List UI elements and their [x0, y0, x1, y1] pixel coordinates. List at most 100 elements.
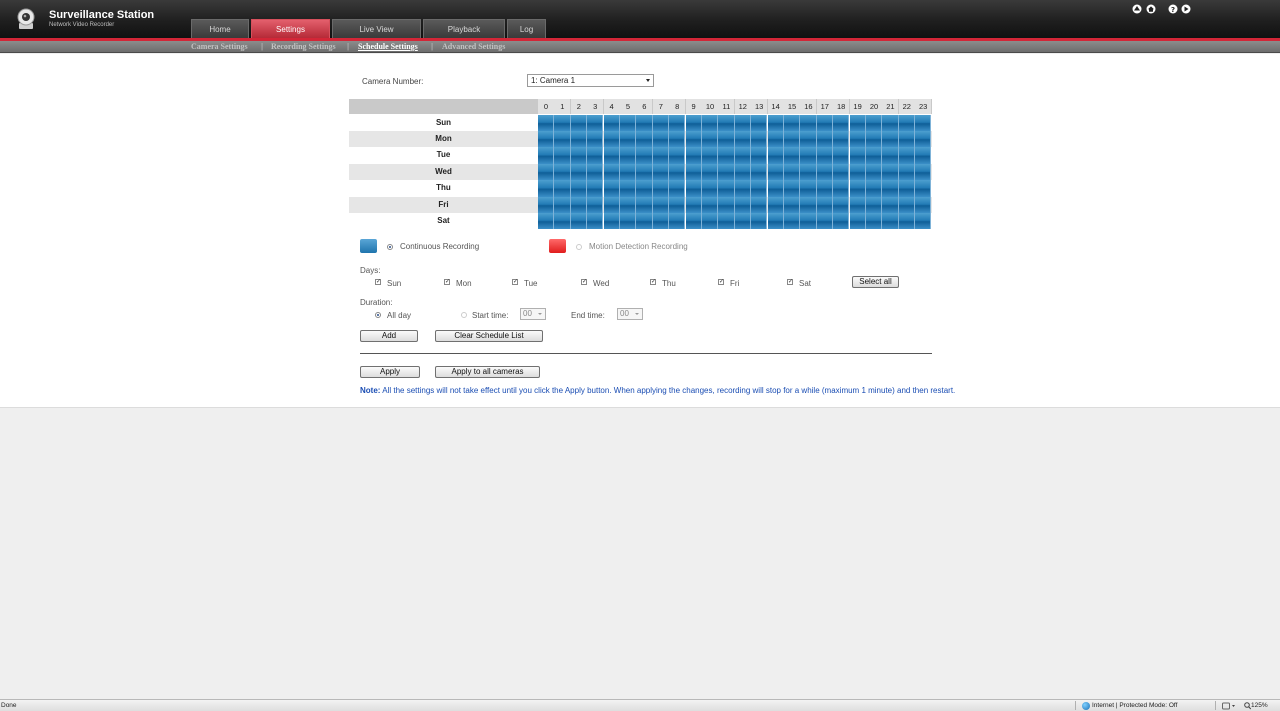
- subnav-advanced-settings[interactable]: Advanced Settings: [442, 42, 505, 52]
- apply-to-all-cameras-button[interactable]: Apply to all cameras: [435, 366, 540, 378]
- continuous-recording-radio[interactable]: [387, 244, 393, 250]
- schedule-cell[interactable]: [570, 114, 588, 131]
- schedule-cell[interactable]: [702, 180, 719, 197]
- schedule-cell[interactable]: [554, 213, 571, 230]
- schedule-cell[interactable]: [587, 114, 604, 131]
- schedule-cell[interactable]: [652, 163, 670, 181]
- schedule-cell[interactable]: [652, 147, 670, 164]
- logout-icon[interactable]: [1181, 4, 1191, 14]
- schedule-cell[interactable]: [685, 180, 702, 197]
- schedule-cell[interactable]: [554, 114, 571, 131]
- schedule-cell[interactable]: [866, 213, 883, 230]
- add-button[interactable]: Add: [360, 330, 418, 342]
- schedule-cell[interactable]: [570, 131, 588, 148]
- schedule-cell[interactable]: [866, 147, 883, 164]
- schedule-cell[interactable]: [882, 213, 899, 230]
- schedule-cell[interactable]: [915, 147, 932, 164]
- schedule-cell[interactable]: [915, 131, 932, 148]
- schedule-cell[interactable]: [554, 196, 571, 213]
- schedule-cell[interactable]: [636, 163, 653, 181]
- schedule-cell[interactable]: [849, 213, 866, 230]
- schedule-cell[interactable]: [652, 131, 670, 148]
- schedule-cell[interactable]: [603, 163, 620, 181]
- schedule-cell[interactable]: [751, 114, 768, 131]
- schedule-cell[interactable]: [718, 196, 735, 213]
- schedule-cell[interactable]: [685, 114, 702, 131]
- schedule-cell[interactable]: [554, 147, 571, 164]
- schedule-cell[interactable]: [636, 213, 653, 230]
- schedule-cell[interactable]: [784, 163, 801, 181]
- schedule-cell[interactable]: [538, 163, 555, 181]
- schedule-cell[interactable]: [620, 196, 637, 213]
- schedule-cell[interactable]: [620, 131, 637, 148]
- schedule-cell[interactable]: [538, 213, 555, 230]
- schedule-cell[interactable]: [734, 131, 752, 148]
- schedule-cell[interactable]: [538, 131, 555, 148]
- schedule-cell[interactable]: [734, 147, 752, 164]
- day-checkbox-fri[interactable]: ✓: [718, 279, 724, 285]
- schedule-cell[interactable]: [702, 131, 719, 148]
- tab-log[interactable]: Log: [507, 19, 546, 38]
- schedule-cell[interactable]: [570, 196, 588, 213]
- start-time-radio[interactable]: [461, 312, 467, 318]
- schedule-cell[interactable]: [849, 180, 866, 197]
- schedule-cell[interactable]: [816, 180, 834, 197]
- schedule-cell[interactable]: [652, 180, 670, 197]
- schedule-cell[interactable]: [767, 114, 784, 131]
- schedule-cell[interactable]: [898, 131, 916, 148]
- schedule-cell[interactable]: [898, 163, 916, 181]
- schedule-cell[interactable]: [554, 180, 571, 197]
- schedule-cell[interactable]: [800, 180, 817, 197]
- schedule-cell[interactable]: [620, 213, 637, 230]
- schedule-cell[interactable]: [669, 114, 686, 131]
- schedule-cell[interactable]: [734, 196, 752, 213]
- schedule-cell[interactable]: [554, 131, 571, 148]
- schedule-cell[interactable]: [603, 180, 620, 197]
- schedule-cell[interactable]: [620, 114, 637, 131]
- schedule-cell[interactable]: [685, 196, 702, 213]
- schedule-cell[interactable]: [915, 213, 932, 230]
- schedule-cell[interactable]: [751, 163, 768, 181]
- schedule-cell[interactable]: [898, 114, 916, 131]
- schedule-cell[interactable]: [718, 213, 735, 230]
- schedule-cell[interactable]: [816, 147, 834, 164]
- schedule-cell[interactable]: [538, 180, 555, 197]
- schedule-cell[interactable]: [784, 213, 801, 230]
- schedule-cell[interactable]: [898, 147, 916, 164]
- schedule-cell[interactable]: [587, 131, 604, 148]
- schedule-cell[interactable]: [718, 180, 735, 197]
- schedule-cell[interactable]: [734, 163, 752, 181]
- schedule-cell[interactable]: [882, 180, 899, 197]
- schedule-cell[interactable]: [734, 180, 752, 197]
- schedule-cell[interactable]: [767, 147, 784, 164]
- schedule-cell[interactable]: [751, 131, 768, 148]
- schedule-cell[interactable]: [751, 147, 768, 164]
- motion-detection-radio[interactable]: [576, 244, 582, 250]
- schedule-cell[interactable]: [915, 196, 932, 213]
- schedule-cell[interactable]: [784, 114, 801, 131]
- home-icon[interactable]: [1146, 4, 1156, 14]
- schedule-cell[interactable]: [898, 196, 916, 213]
- day-checkbox-thu[interactable]: ✓: [650, 279, 656, 285]
- subnav-recording-settings[interactable]: Recording Settings: [271, 42, 336, 52]
- schedule-cell[interactable]: [882, 163, 899, 181]
- zoom-icon[interactable]: [1244, 702, 1251, 710]
- schedule-cell[interactable]: [882, 114, 899, 131]
- tab-live-view[interactable]: Live View: [332, 19, 421, 38]
- schedule-cell[interactable]: [718, 114, 735, 131]
- schedule-cell[interactable]: [849, 196, 866, 213]
- schedule-cell[interactable]: [587, 163, 604, 181]
- schedule-cell[interactable]: [866, 196, 883, 213]
- schedule-cell[interactable]: [734, 213, 752, 230]
- schedule-cell[interactable]: [603, 114, 620, 131]
- schedule-cell[interactable]: [767, 213, 784, 230]
- schedule-cell[interactable]: [636, 131, 653, 148]
- schedule-cell[interactable]: [538, 114, 555, 131]
- schedule-cell[interactable]: [734, 114, 752, 131]
- schedule-cell[interactable]: [587, 213, 604, 230]
- schedule-cell[interactable]: [816, 196, 834, 213]
- protected-mode-icon[interactable]: [1222, 702, 1236, 710]
- schedule-cell[interactable]: [866, 163, 883, 181]
- all-day-radio[interactable]: [375, 312, 381, 318]
- schedule-cell[interactable]: [833, 213, 850, 230]
